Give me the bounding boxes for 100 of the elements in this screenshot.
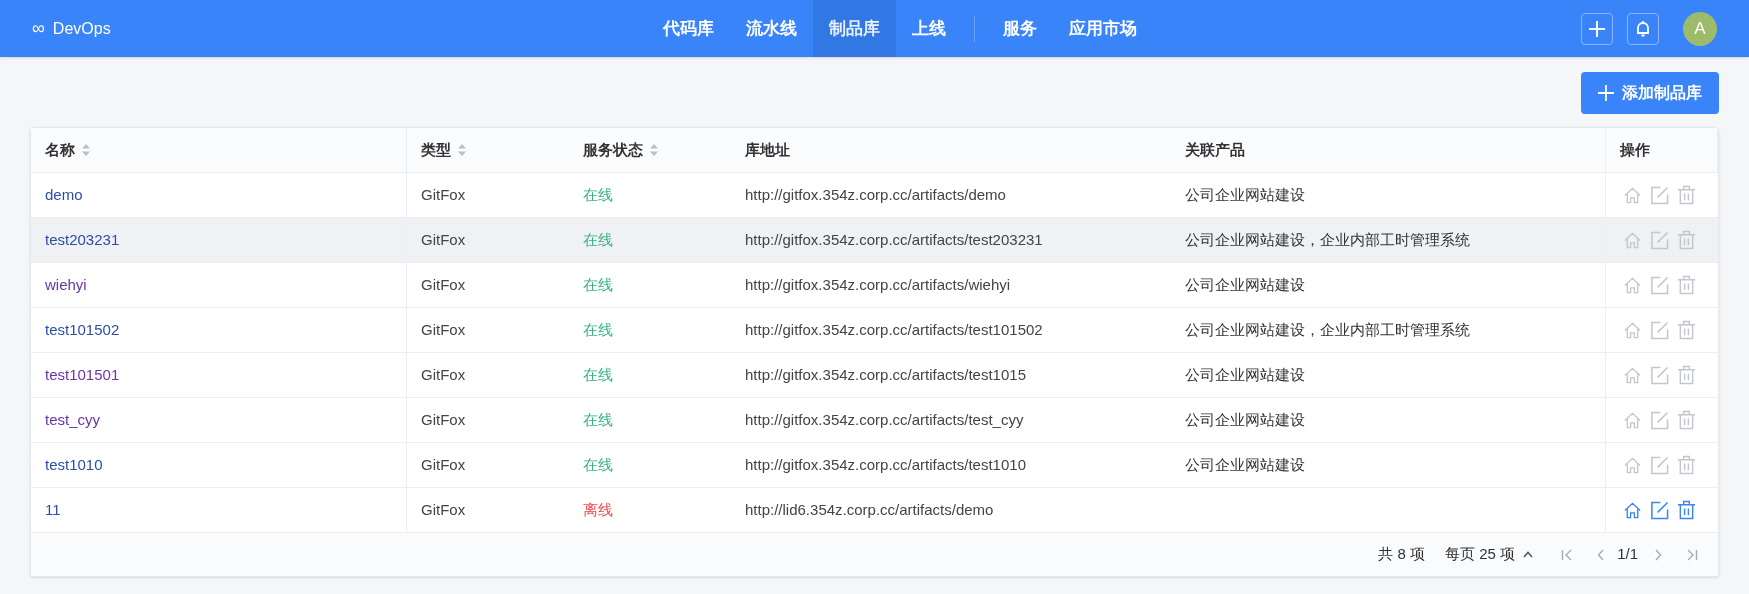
type-text: GitFox [421,409,466,430]
status-text: 在线 [583,454,613,475]
delete-icon[interactable] [1677,275,1696,295]
type-text: GitFox [421,499,466,520]
status-text: 在线 [583,364,613,385]
edit-icon[interactable] [1650,275,1669,295]
caret-icon [1523,551,1534,558]
type-text: GitFox [421,229,466,250]
edit-icon[interactable] [1650,365,1669,385]
page-indicator: 1/1 [1617,544,1638,565]
notification-icon[interactable] [1627,12,1659,45]
edit-icon[interactable] [1650,230,1669,250]
repository-name-link[interactable]: test203231 [45,228,120,252]
product-text: 公司企业网站建设，企业内部工时管理系统 [1185,319,1470,340]
product-text: 公司企业网站建设 [1185,184,1305,205]
product-text: 公司企业网站建设，企业内部工时管理系统 [1185,229,1470,250]
table-row[interactable]: wiehyi GitFox 在线 http://gitfox.354z.corp.cc/artifacts/wiehyi 公司企业网站建设 [31,263,1718,308]
address-text: http://gitfox.354z.corp.cc/artifacts/test203231 [745,229,1043,250]
add-repository-button[interactable]: 添加制品库 [1581,72,1719,114]
status-text: 在线 [583,229,613,250]
table-row[interactable]: test101501 GitFox 在线 http://gitfox.354z.corp.cc/artifacts/test1015 公司企业网站建设 [31,353,1718,398]
nav-tab[interactable]: 流水线 [729,0,813,57]
home-icon[interactable] [1623,455,1642,475]
delete-icon[interactable] [1677,185,1696,205]
home-icon[interactable] [1623,500,1642,520]
column-header: 名称 [45,139,75,160]
previous-page-icon[interactable] [1597,548,1606,561]
delete-icon[interactable] [1677,320,1696,340]
column-header: 类型 [421,139,451,160]
column-header: 服务状态 [583,139,643,160]
address-text: http://lid6.354z.corp.cc/artifacts/demo [745,499,994,520]
address-text: http://gitfox.354z.corp.cc/artifacts/test_cyy [745,409,1024,430]
delete-icon[interactable] [1677,230,1696,250]
status-text: 在线 [583,319,613,340]
column-header: 操作 [1620,139,1650,160]
delete-icon[interactable] [1677,455,1696,475]
type-text: GitFox [421,319,466,340]
delete-icon[interactable] [1677,365,1696,385]
edit-icon[interactable] [1650,500,1669,520]
logo-icon: ∞ [32,15,45,42]
edit-icon[interactable] [1650,185,1669,205]
home-icon[interactable] [1623,320,1642,340]
app-name[interactable]: DevOps [52,16,111,41]
repository-name-link[interactable]: demo [45,183,83,207]
table-row[interactable]: test1010 GitFox 在线 http://gitfox.354z.corp.cc/artifacts/test1010 公司企业网站建设 [31,443,1718,488]
status-text: 在线 [583,409,613,430]
nav-tab[interactable]: 服务 [986,0,1053,57]
status-text: 在线 [583,274,613,295]
type-text: GitFox [421,454,466,475]
column-header: 库地址 [745,139,790,160]
table-row[interactable]: 11 GitFox 离线 http://lid6.354z.corp.cc/artifacts/demo [31,488,1718,533]
address-text: http://gitfox.354z.corp.cc/artifacts/wiehyi [745,274,1011,295]
edit-icon[interactable] [1650,320,1669,340]
repository-name-link[interactable]: test_cyy [45,408,101,432]
table-row[interactable]: test101502 GitFox 在线 http://gitfox.354z.corp.cc/artifacts/test101502 公司企业网站建设，企业内部工时管理系统 [31,308,1718,353]
address-text: http://gitfox.354z.corp.cc/artifacts/test1010 [745,454,1026,475]
total-count: 共 8 项 [1378,544,1426,565]
product-text: 公司企业网站建设 [1185,454,1305,475]
plus-icon [1598,85,1614,101]
table-row[interactable]: test203231 GitFox 在线 http://gitfox.354z.corp.cc/artifacts/test203231 公司企业网站建设，企业内部工时管理系统 [31,218,1718,263]
type-text: GitFox [421,364,466,385]
address-text: http://gitfox.354z.corp.cc/artifacts/test1015 [745,364,1026,385]
nav-tab[interactable]: 代码库 [646,0,730,57]
delete-icon[interactable] [1677,500,1696,520]
sort-icon[interactable] [81,143,91,157]
repository-name-link[interactable]: test101501 [45,363,120,387]
next-page-icon[interactable] [1654,548,1662,561]
type-text: GitFox [421,184,466,205]
home-icon[interactable] [1623,365,1642,385]
first-page-icon[interactable] [1561,548,1574,561]
edit-icon[interactable] [1650,455,1669,475]
table-row[interactable]: demo GitFox 在线 http://gitfox.354z.corp.cc/artifacts/demo 公司企业网站建设 [31,173,1718,218]
status-text: 在线 [583,184,613,205]
type-text: GitFox [421,274,466,295]
home-icon[interactable] [1623,410,1642,430]
status-text: 离线 [583,499,613,520]
sort-icon[interactable] [457,143,467,157]
address-text: http://gitfox.354z.corp.cc/artifacts/demo [745,184,1006,205]
home-icon[interactable] [1623,275,1642,295]
last-page-icon[interactable] [1686,548,1698,561]
nav-tab[interactable]: 上线 [895,0,962,57]
table-row[interactable]: test_cyy GitFox 在线 http://gitfox.354z.corp.cc/artifacts/test_cyy 公司企业网站建设 [31,398,1718,443]
delete-icon[interactable] [1677,410,1696,430]
column-header: 关联产品 [1185,139,1245,160]
page-size-select[interactable]: 每页 25 项 [1445,543,1534,566]
address-text: http://gitfox.354z.corp.cc/artifacts/test101502 [745,319,1043,340]
repository-name-link[interactable]: test101502 [45,318,120,342]
repository-name-link[interactable]: test1010 [45,453,103,477]
repository-name-link[interactable]: 11 [45,498,61,522]
home-icon[interactable] [1623,185,1642,205]
repository-name-link[interactable]: wiehyi [45,273,87,297]
nav-tab[interactable]: 应用市场 [1052,0,1153,57]
product-text: 公司企业网站建设 [1185,409,1305,430]
product-text: 公司企业网站建设 [1185,274,1305,295]
home-icon[interactable] [1623,230,1642,250]
nav-tab[interactable]: 制品库 [812,0,896,57]
sort-icon[interactable] [649,143,659,157]
product-text: 公司企业网站建设 [1185,364,1305,385]
add-icon[interactable] [1581,12,1613,45]
edit-icon[interactable] [1650,410,1669,430]
